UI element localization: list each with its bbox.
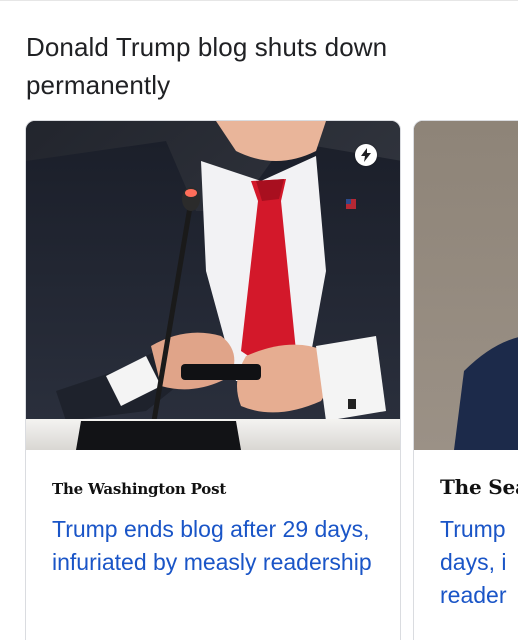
article-thumbnail[interactable]	[26, 121, 400, 450]
thumbnail-image	[26, 121, 400, 450]
news-carousel[interactable]: The Washington Post Trump ends blog afte…	[0, 120, 518, 640]
news-card[interactable]: The Washington Post Trump ends blog afte…	[25, 120, 401, 640]
title-line: Trump	[440, 516, 506, 542]
news-card[interactable]: The Seat Trump days, i reader	[413, 120, 518, 640]
title-line: reader	[440, 582, 507, 608]
article-title-link[interactable]: Trump days, i reader	[440, 513, 518, 612]
title-line: days, i	[440, 549, 507, 575]
publisher-name: The Seat	[440, 475, 518, 499]
article-title-link[interactable]: Trump ends blog after 29 days, infuriate…	[52, 513, 372, 579]
thumbnail-image	[414, 121, 518, 450]
news-page: Donald Trump blog shuts down permanently	[0, 0, 518, 640]
article-thumbnail[interactable]	[414, 121, 518, 450]
amp-lightning-icon	[355, 144, 377, 166]
topic-headline: Donald Trump blog shuts down permanently	[26, 32, 388, 100]
lightning-bolt-icon	[361, 148, 371, 162]
publisher-name: The Washington Post	[52, 480, 227, 498]
top-divider	[0, 0, 518, 1]
